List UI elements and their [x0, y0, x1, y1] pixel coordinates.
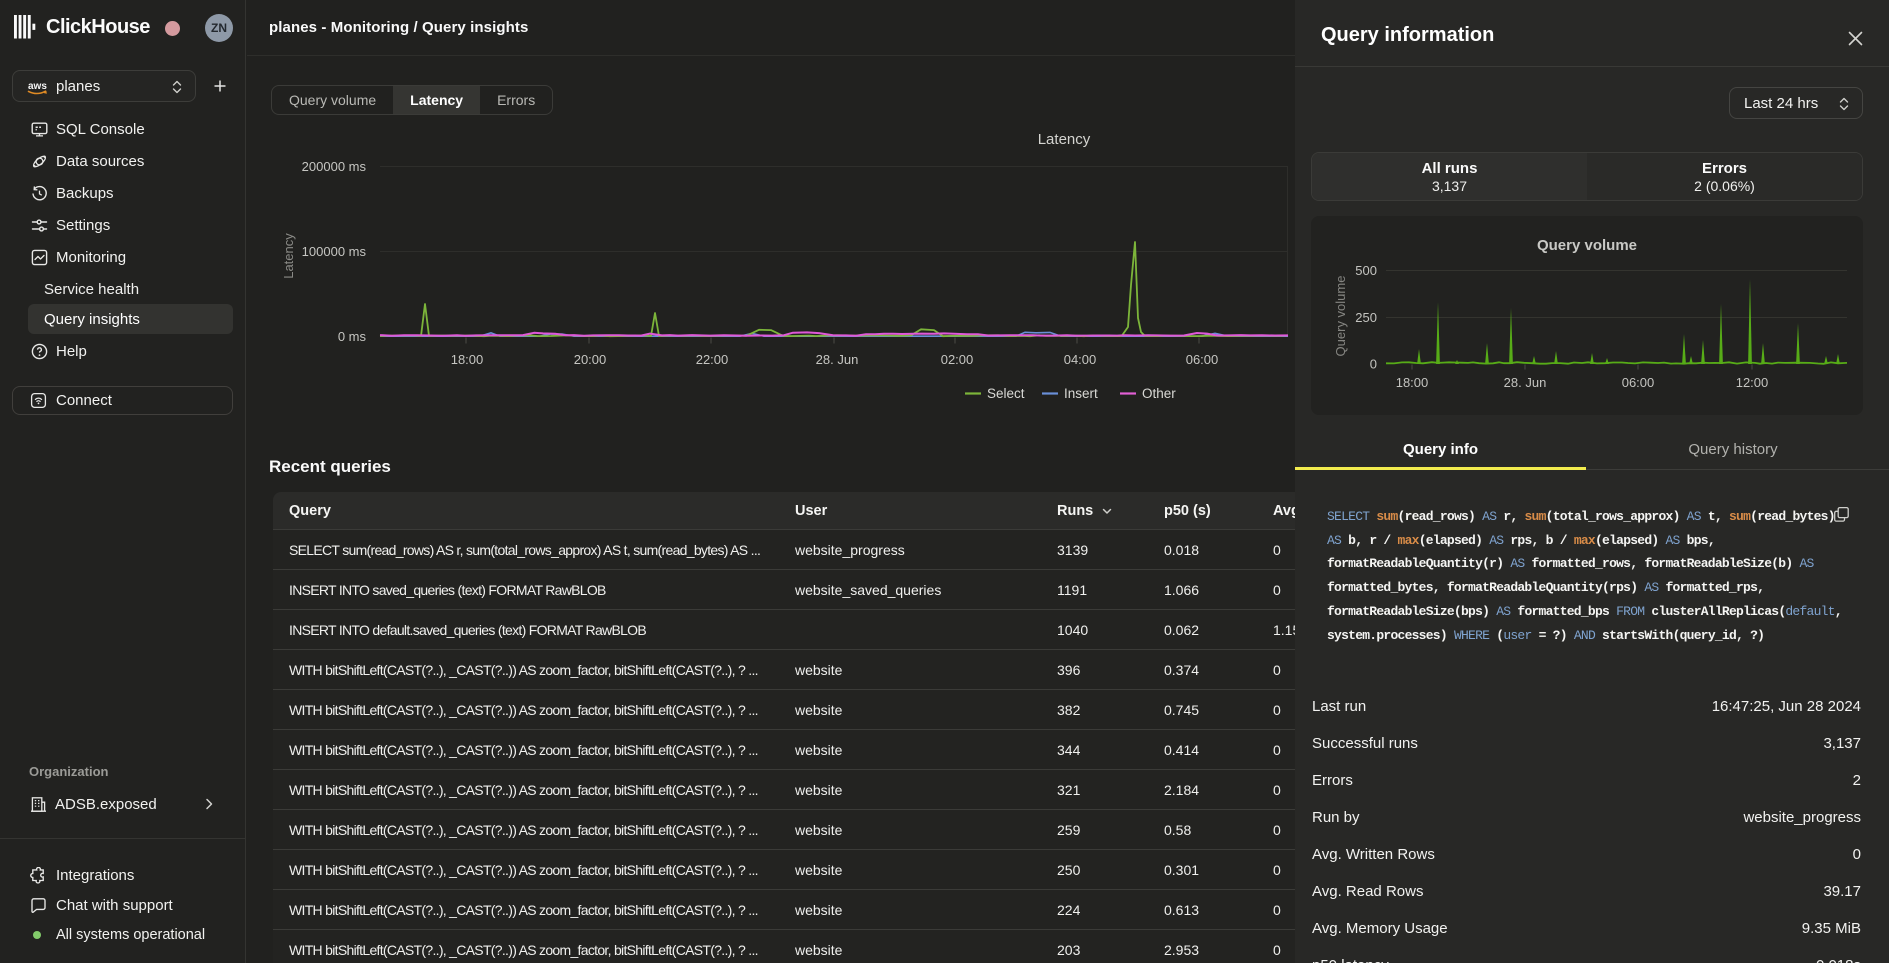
- svg-text:aws: aws: [28, 81, 47, 92]
- svg-text:22:00: 22:00: [696, 352, 729, 367]
- svg-text:200000 ms: 200000 ms: [302, 159, 367, 174]
- svg-text:02:00: 02:00: [941, 352, 974, 367]
- svg-text:06:00: 06:00: [1622, 375, 1655, 390]
- svg-text:Query volume: Query volume: [1537, 237, 1637, 254]
- svg-text:18:00: 18:00: [451, 352, 484, 367]
- svg-text:Insert: Insert: [1064, 386, 1098, 401]
- svg-text:Query volume: Query volume: [1333, 276, 1348, 357]
- svg-text:Latency: Latency: [281, 233, 296, 279]
- svg-text:Select: Select: [987, 386, 1025, 401]
- svg-text:04:00: 04:00: [1064, 352, 1097, 367]
- svg-text:Other: Other: [1142, 386, 1176, 401]
- svg-text:100000 ms: 100000 ms: [302, 244, 367, 259]
- svg-text:500: 500: [1355, 263, 1377, 278]
- svg-text:28. Jun: 28. Jun: [816, 352, 859, 367]
- svg-text:0: 0: [1370, 357, 1377, 372]
- svg-text:Latency: Latency: [1038, 131, 1091, 148]
- svg-text:0 ms: 0 ms: [338, 329, 367, 344]
- svg-text:18:00: 18:00: [1396, 375, 1429, 390]
- svg-text:20:00: 20:00: [574, 352, 607, 367]
- svg-text:12:00: 12:00: [1736, 375, 1769, 390]
- svg-text:06:00: 06:00: [1186, 352, 1219, 367]
- svg-text:250: 250: [1355, 310, 1377, 325]
- svg-text:28. Jun: 28. Jun: [1504, 375, 1547, 390]
